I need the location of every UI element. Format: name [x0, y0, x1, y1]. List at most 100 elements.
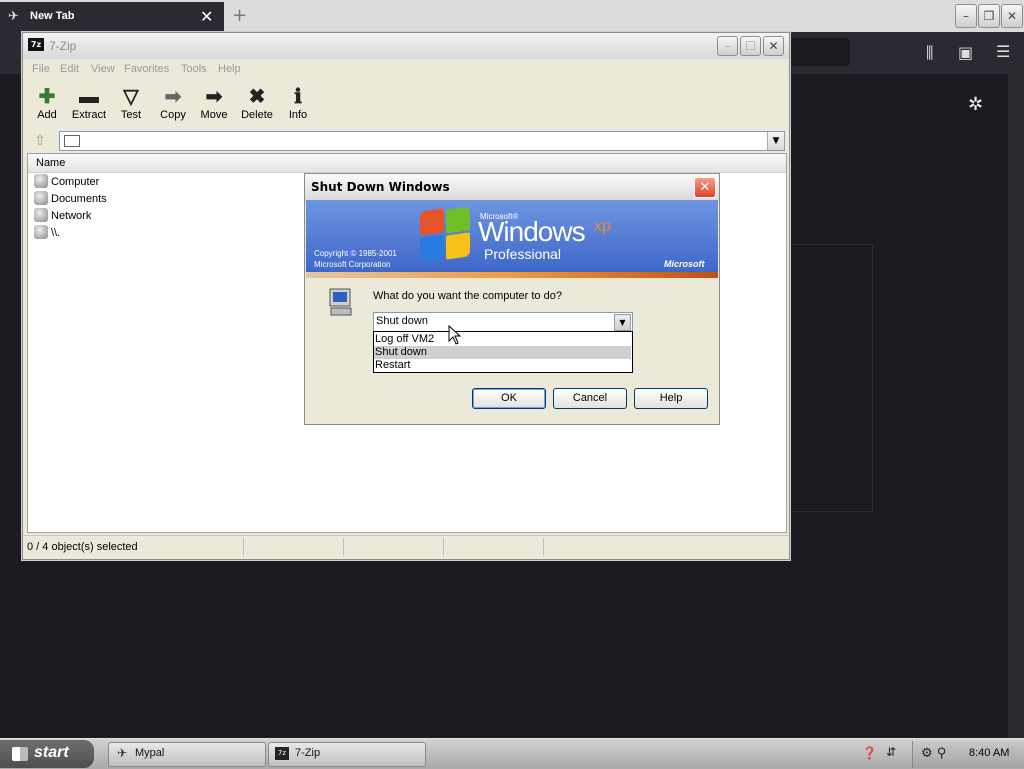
info-label: Info	[288, 109, 308, 121]
option-log-off[interactable]: Log off VM2	[374, 333, 631, 346]
browser-minimize-button[interactable]: –	[955, 4, 977, 28]
mouse-cursor-icon	[448, 325, 462, 345]
7zip-icon: 7z	[275, 747, 289, 760]
copyright-text: Copyright © 1985-2001 Microsoft Corporat…	[314, 248, 397, 270]
ok-button[interactable]: OK	[472, 388, 546, 409]
7zip-address-bar: ⇧ ▼	[27, 131, 785, 151]
chevron-down-icon[interactable]: ▼	[767, 132, 784, 150]
start-label: start	[34, 744, 69, 761]
copy-label: Copy	[160, 109, 186, 121]
option-restart[interactable]: Restart	[374, 359, 631, 372]
task-mypal[interactable]: ✈ Mypal	[108, 742, 266, 767]
task-label: Mypal	[135, 747, 165, 759]
menu-help[interactable]: Help	[218, 63, 241, 75]
tray-arrows-icon[interactable]: ⇵	[886, 745, 896, 759]
menu-view[interactable]: View	[91, 63, 115, 75]
url-bar-end[interactable]	[790, 38, 850, 66]
copy-icon: ➡	[164, 86, 182, 108]
browser-tab-new-tab[interactable]: ✈ New Tab ✕	[0, 2, 224, 32]
network-icon	[34, 208, 48, 222]
shutdown-option-select[interactable]: Shut down ▼	[373, 312, 633, 332]
7zip-logo-icon: 7z	[28, 38, 44, 51]
dropdown-list: Log off VM2 Shut down Restart	[373, 331, 633, 373]
clock[interactable]: 8:40 AM	[969, 747, 1009, 759]
windows-flag-logo	[418, 206, 472, 262]
help-button[interactable]: Help	[634, 388, 708, 409]
gear-icon[interactable]: ✲	[968, 94, 983, 115]
test-button[interactable]: ▽ Test	[109, 85, 153, 121]
extract-button[interactable]: ▬ Extract	[67, 85, 111, 121]
7zip-toolbar: ✚ Add ▬ Extract ▽ Test ➡ Copy ➡ Move ✖ Delete …	[23, 81, 789, 129]
menu-tools[interactable]: Tools	[181, 63, 207, 75]
computer-icon	[34, 174, 48, 188]
taskbar: start ✈ Mypal 7z 7-Zip ❓ ⇵ ⚙ ⚲ 8:40 AM	[0, 738, 1024, 769]
shutdown-titlebar[interactable]: Shut Down Windows	[305, 174, 719, 201]
status-cell	[245, 538, 344, 556]
cancel-button[interactable]: Cancel	[553, 388, 627, 409]
list-item-label: \\.	[51, 227, 61, 239]
7zip-titlebar[interactable]: 7z 7-Zip – ☐ ✕	[23, 33, 789, 59]
list-item-computer[interactable]: Computer	[34, 174, 99, 190]
delete-label: Delete	[241, 109, 273, 121]
task-7zip[interactable]: 7z 7-Zip	[268, 742, 426, 767]
new-tab-button[interactable]: +	[232, 5, 247, 26]
system-tray: ⚙ ⚲ 8:40 AM	[912, 741, 1024, 768]
delete-button[interactable]: ✖ Delete	[235, 85, 279, 121]
status-bar: 0 / 4 object(s) selected	[23, 535, 789, 558]
tab-close-icon[interactable]: ✕	[200, 7, 213, 26]
professional-text: Professional	[484, 246, 562, 262]
status-cell	[445, 538, 544, 556]
delete-icon: ✖	[248, 86, 266, 108]
browser-restore-button[interactable]: ❐	[978, 4, 1000, 28]
7zip-close-button[interactable]: ✕	[763, 36, 784, 56]
column-header-blank	[188, 154, 786, 173]
microsoft-logo: Microsoft	[664, 259, 705, 269]
sidebar-icon[interactable]: ▣	[958, 43, 973, 62]
info-button[interactable]: ℹ Info	[276, 85, 320, 121]
test-icon: ▽	[123, 86, 139, 108]
list-item-unc[interactable]: \\.	[34, 225, 60, 241]
test-label: Test	[120, 109, 142, 121]
tray-network-icon[interactable]: ⚙ ⚲	[921, 746, 946, 761]
info-icon: ℹ	[294, 86, 302, 108]
7zip-maximize-button[interactable]: ☐	[740, 36, 761, 56]
up-folder-icon[interactable]: ⇧	[27, 131, 53, 151]
copy-button[interactable]: ➡ Copy	[151, 85, 195, 121]
library-icon[interactable]: ⫼	[926, 43, 933, 63]
status-cell	[345, 538, 444, 556]
list-item-label: Documents	[51, 193, 107, 205]
folder-icon	[64, 135, 80, 147]
menu-edit[interactable]: Edit	[60, 63, 79, 75]
list-item-label: Network	[51, 210, 92, 222]
list-item-label: Computer	[51, 176, 100, 188]
dialog-close-button[interactable]: ✕	[694, 177, 716, 198]
menu-file[interactable]: File	[32, 63, 50, 75]
move-button[interactable]: ➡ Move	[192, 85, 236, 121]
browser-tab-title: New Tab	[30, 10, 75, 22]
add-label: Add	[37, 109, 57, 121]
list-item-network[interactable]: Network	[34, 208, 91, 224]
path-input[interactable]: ▼	[59, 131, 785, 151]
computer-shutdown-icon	[329, 288, 352, 316]
question-text: What do you want the computer to do?	[373, 290, 562, 302]
7zip-menubar: File Edit View Favorites Tools Help	[23, 59, 789, 79]
shutdown-dialog: Shut Down Windows ✕ Microsoft® Windows x…	[304, 173, 720, 425]
7zip-minimize-button[interactable]: –	[717, 36, 738, 56]
7zip-title: 7-Zip	[49, 39, 77, 53]
browser-close-button[interactable]: ✕	[1001, 4, 1023, 28]
browser-scrollbar[interactable]	[1008, 74, 1024, 738]
menu-icon[interactable]: ☰	[996, 42, 1010, 61]
menu-favorites[interactable]: Favorites	[124, 63, 169, 75]
chevron-down-icon[interactable]: ▼	[614, 314, 631, 331]
windows-logo-icon	[12, 747, 28, 761]
list-item-documents[interactable]: Documents	[34, 191, 107, 207]
extract-label: Extract	[71, 109, 107, 121]
selected-option: Shut down	[376, 315, 428, 327]
start-button[interactable]: start	[0, 740, 94, 768]
column-header-name[interactable]: Name	[28, 154, 195, 173]
option-shut-down[interactable]: Shut down	[374, 346, 631, 359]
add-button[interactable]: ✚ Add	[25, 85, 69, 121]
extract-icon: ▬	[79, 86, 99, 108]
move-icon: ➡	[205, 86, 223, 108]
help-icon[interactable]: ❓	[862, 746, 877, 760]
